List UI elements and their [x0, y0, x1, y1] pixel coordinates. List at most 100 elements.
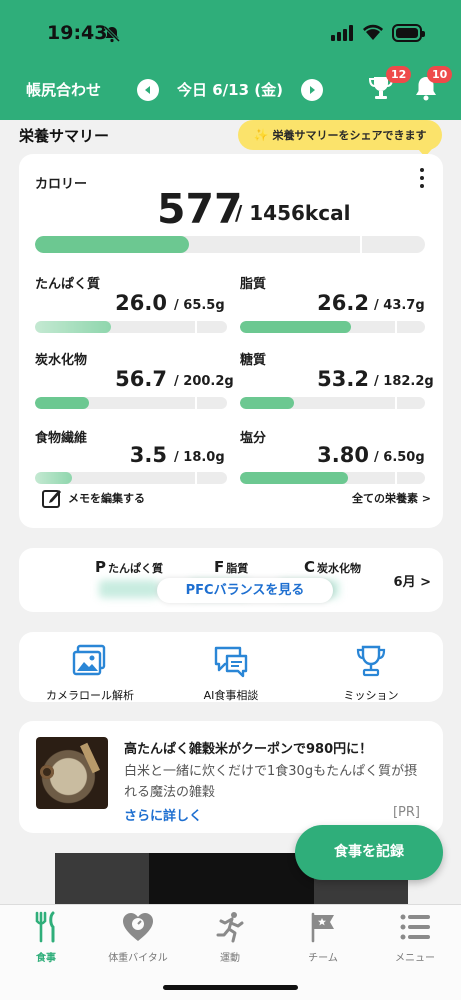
- ai-meal-consult-button[interactable]: AI食事相談: [161, 644, 301, 703]
- runner-icon: [216, 912, 244, 943]
- bell-off-icon: [103, 25, 121, 43]
- mission-button[interactable]: ミッション: [301, 644, 441, 703]
- heart-scale-icon: [123, 913, 153, 941]
- record-meal-button[interactable]: 食事を記録: [295, 825, 443, 880]
- ad-title: 高たんぱく雑穀米がクーポンで980円に！: [124, 742, 373, 757]
- nutrient-value-sugar: 53.2: [317, 367, 369, 391]
- share-tooltip-text: 栄養サマリーをシェアできます: [272, 129, 427, 142]
- tab-team[interactable]: チーム: [277, 911, 369, 964]
- calorie-value: 577: [157, 185, 243, 233]
- nutrient-label-protein: たんぱく質: [35, 277, 101, 292]
- tab-menu[interactable]: メニュー: [369, 911, 461, 964]
- pfc-carb-header: C 炭水化物: [304, 558, 361, 576]
- camera-roll-analysis-label: カメラロール解析: [46, 689, 134, 702]
- current-date[interactable]: 今日 6/13 (金): [177, 79, 283, 100]
- calorie-total: / 1456kcal: [235, 201, 351, 225]
- tab-weight-vital-label: 体重バイタル: [108, 953, 168, 964]
- nutrient-value-salt: 3.80: [317, 443, 369, 467]
- all-nutrients-link[interactable]: 全ての栄養素 >: [352, 490, 431, 506]
- ad-pr-label: [PR]: [392, 805, 420, 820]
- ad-card[interactable]: 高たんぱく雑穀米がクーポンで980円に！ 白米と一緒に炊くだけで1食30gもたん…: [19, 721, 443, 833]
- pfc-month-link[interactable]: 6月 >: [394, 571, 431, 590]
- chevron-right-icon: [310, 86, 315, 94]
- app-header: 19:43 帳尻合わせ 今日 6/13 (金) 12 10: [0, 0, 461, 120]
- nutrient-value-protein: 26.0: [115, 291, 167, 315]
- sparkle-icon: ✨: [253, 128, 269, 142]
- nutrient-bar-protein: [35, 321, 227, 333]
- camera-roll-analysis-button[interactable]: カメラロール解析: [20, 644, 160, 703]
- nutrient-value-fat: 26.2: [317, 291, 369, 315]
- chat-icon: [214, 646, 248, 678]
- trophy-icon: [356, 645, 386, 677]
- section-title: 栄養サマリー: [19, 127, 110, 145]
- wifi-icon: [363, 24, 383, 40]
- nutrient-unit-fiber: / 18.0g: [174, 450, 225, 465]
- nutrient-fill-protein: [35, 321, 112, 333]
- pfc-balance-card[interactable]: P たんぱく質 F 脂質 C 炭水化物 PFCバランスを見る 6月 >: [19, 548, 443, 612]
- edit-memo-label: メモを編集する: [68, 492, 145, 505]
- pfc-p-label: たんぱく質: [108, 562, 163, 575]
- signal-icon: [331, 25, 353, 41]
- nutrient-fill-fat: [240, 321, 351, 333]
- tab-team-label: チーム: [308, 953, 338, 964]
- ad-more-link[interactable]: さらに詳しく: [124, 805, 202, 824]
- nutrient-fill-sugar: [240, 397, 295, 409]
- menu-list-icon: [400, 914, 430, 940]
- trophy-badge: 12: [386, 66, 412, 83]
- pfc-protein-header: P たんぱく質: [95, 558, 163, 576]
- tab-exercise[interactable]: 運動: [184, 911, 276, 964]
- bell-badge: 10: [427, 66, 453, 83]
- prev-day-button[interactable]: [137, 79, 159, 101]
- pfc-fat-header: F 脂質: [214, 558, 248, 576]
- tab-meal[interactable]: 食事: [0, 911, 92, 964]
- pfc-f-letter: F: [214, 558, 225, 576]
- more-options-icon[interactable]: [419, 168, 425, 188]
- pfc-p-letter: P: [95, 558, 106, 576]
- calorie-label: カロリー: [35, 177, 88, 192]
- share-tooltip[interactable]: ✨ 栄養サマリーをシェアできます: [238, 120, 442, 157]
- tab-exercise-label: 運動: [220, 953, 240, 964]
- nutrient-bar-fiber: [35, 472, 227, 484]
- tab-weight-vital[interactable]: 体重バイタル: [92, 911, 184, 964]
- nutrition-summary-card: カロリー 577 / 1456kcal たんぱく質 26.0 / 65.5g 脂…: [19, 154, 443, 528]
- nutrient-unit-fat: / 43.7g: [374, 298, 425, 313]
- nutrient-label-sugar: 糖質: [240, 353, 267, 368]
- nutrient-bar-salt: [240, 472, 425, 484]
- ai-meal-consult-label: AI食事相談: [203, 689, 259, 702]
- pfc-c-letter: C: [304, 558, 316, 576]
- nutrient-value-fiber: 3.5: [129, 443, 167, 467]
- flag-icon: [311, 912, 334, 943]
- edit-note-icon: [42, 490, 61, 508]
- pfc-f-label: 脂質: [226, 562, 249, 575]
- nutrient-label-fiber: 食物繊維: [35, 431, 88, 446]
- battery-icon: [392, 24, 425, 42]
- nutrient-bar-carbs: [35, 397, 227, 409]
- chevron-left-icon: [145, 86, 150, 94]
- edit-memo-button[interactable]: メモを編集する: [41, 487, 145, 509]
- nutrient-label-salt: 塩分: [240, 431, 267, 446]
- mission-label: ミッション: [343, 689, 399, 702]
- nutrient-bar-sugar: [240, 397, 425, 409]
- ad-image: [36, 737, 108, 809]
- nutrient-label-fat: 脂質: [240, 277, 267, 292]
- fork-knife-icon: [35, 911, 55, 943]
- nutrient-unit-sugar: / 182.2g: [374, 374, 434, 389]
- nutrient-fill-salt: [240, 472, 349, 484]
- ad-description: 白米と一緒に炊くだけで1食30gもたんぱく質が摂れる魔法の雑穀: [124, 764, 418, 800]
- status-time: 19:43: [47, 22, 108, 44]
- quick-actions-card: カメラロール解析 AI食事相談 ミッション: [19, 632, 443, 702]
- nutrient-value-carbs: 56.7: [115, 367, 167, 391]
- brand-button[interactable]: 帳尻合わせ: [26, 79, 101, 100]
- nutrient-label-carbs: 炭水化物: [35, 353, 88, 368]
- calorie-progress-bar: [35, 236, 425, 253]
- view-pfc-button[interactable]: PFCバランスを見る: [157, 578, 333, 603]
- nutrient-fill-carbs: [35, 397, 90, 409]
- nutrient-fill-fiber: [35, 472, 73, 484]
- next-day-button[interactable]: [301, 79, 323, 101]
- tab-menu-label: メニュー: [395, 953, 435, 964]
- home-indicator: [163, 985, 298, 990]
- tab-meal-label: 食事: [36, 953, 56, 964]
- nutrient-unit-protein: / 65.5g: [174, 298, 225, 313]
- nutrient-unit-carbs: / 200.2g: [174, 374, 234, 389]
- pfc-c-label: 炭水化物: [317, 562, 362, 575]
